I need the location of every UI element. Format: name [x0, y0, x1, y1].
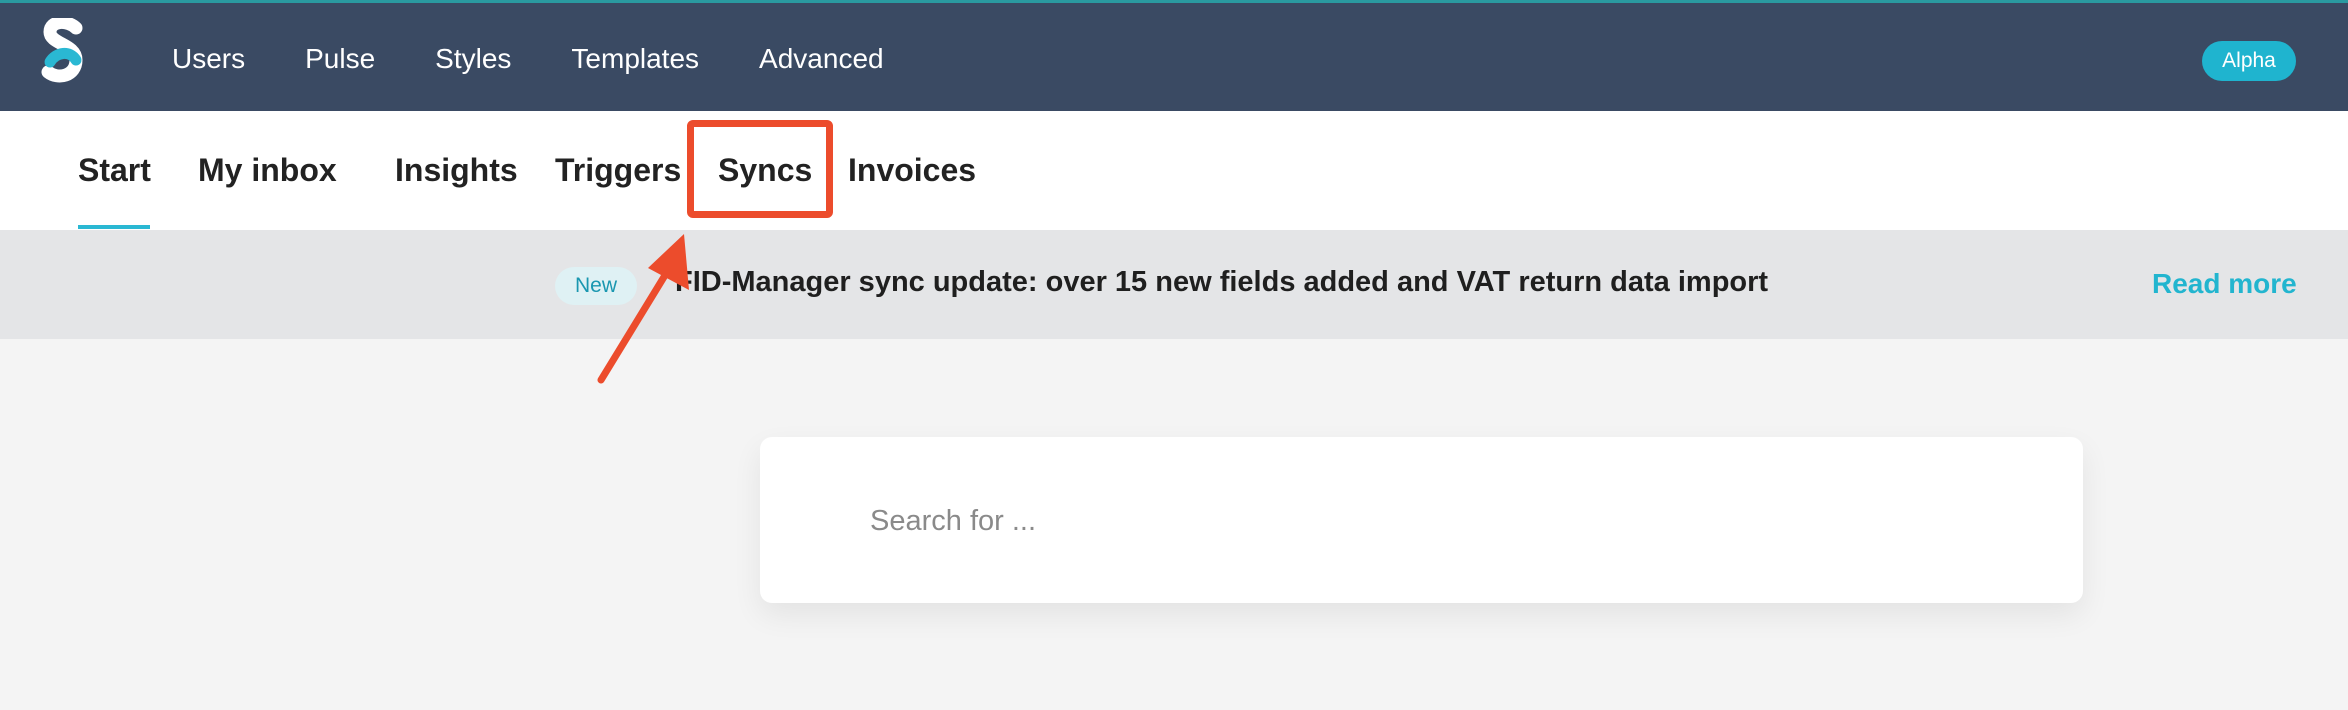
read-more-link[interactable]: Read more [2152, 268, 2297, 300]
search-card [760, 437, 2083, 603]
search-input[interactable] [870, 489, 2020, 553]
sub-navigation-tabs: Start My inbox Insights Triggers Syncs I… [0, 111, 2348, 230]
syncs-highlight-box [687, 120, 833, 218]
nav-styles[interactable]: Styles [435, 43, 511, 75]
tab-invoices[interactable]: Invoices [848, 111, 976, 230]
nav-users[interactable]: Users [172, 43, 245, 75]
banner-message: FID-Manager sync update: over 15 new fie… [675, 266, 1769, 298]
new-badge: New [555, 267, 637, 305]
nav-pulse[interactable]: Pulse [305, 43, 375, 75]
tab-triggers[interactable]: Triggers [555, 111, 681, 230]
announcement-banner: New FID-Manager sync update: over 15 new… [0, 230, 2348, 339]
nav-templates[interactable]: Templates [571, 43, 699, 75]
top-navigation-bar: Users Pulse Styles Templates Advanced Al… [0, 0, 2348, 111]
tab-start[interactable]: Start [78, 111, 151, 230]
tab-my-inbox[interactable]: My inbox [198, 111, 337, 230]
main-nav: Users Pulse Styles Templates Advanced [172, 3, 944, 114]
alpha-badge[interactable]: Alpha [2202, 41, 2296, 81]
nav-advanced[interactable]: Advanced [759, 43, 884, 75]
tab-insights[interactable]: Insights [395, 111, 518, 230]
s-logo-icon[interactable] [40, 18, 86, 90]
active-tab-indicator [78, 225, 150, 229]
